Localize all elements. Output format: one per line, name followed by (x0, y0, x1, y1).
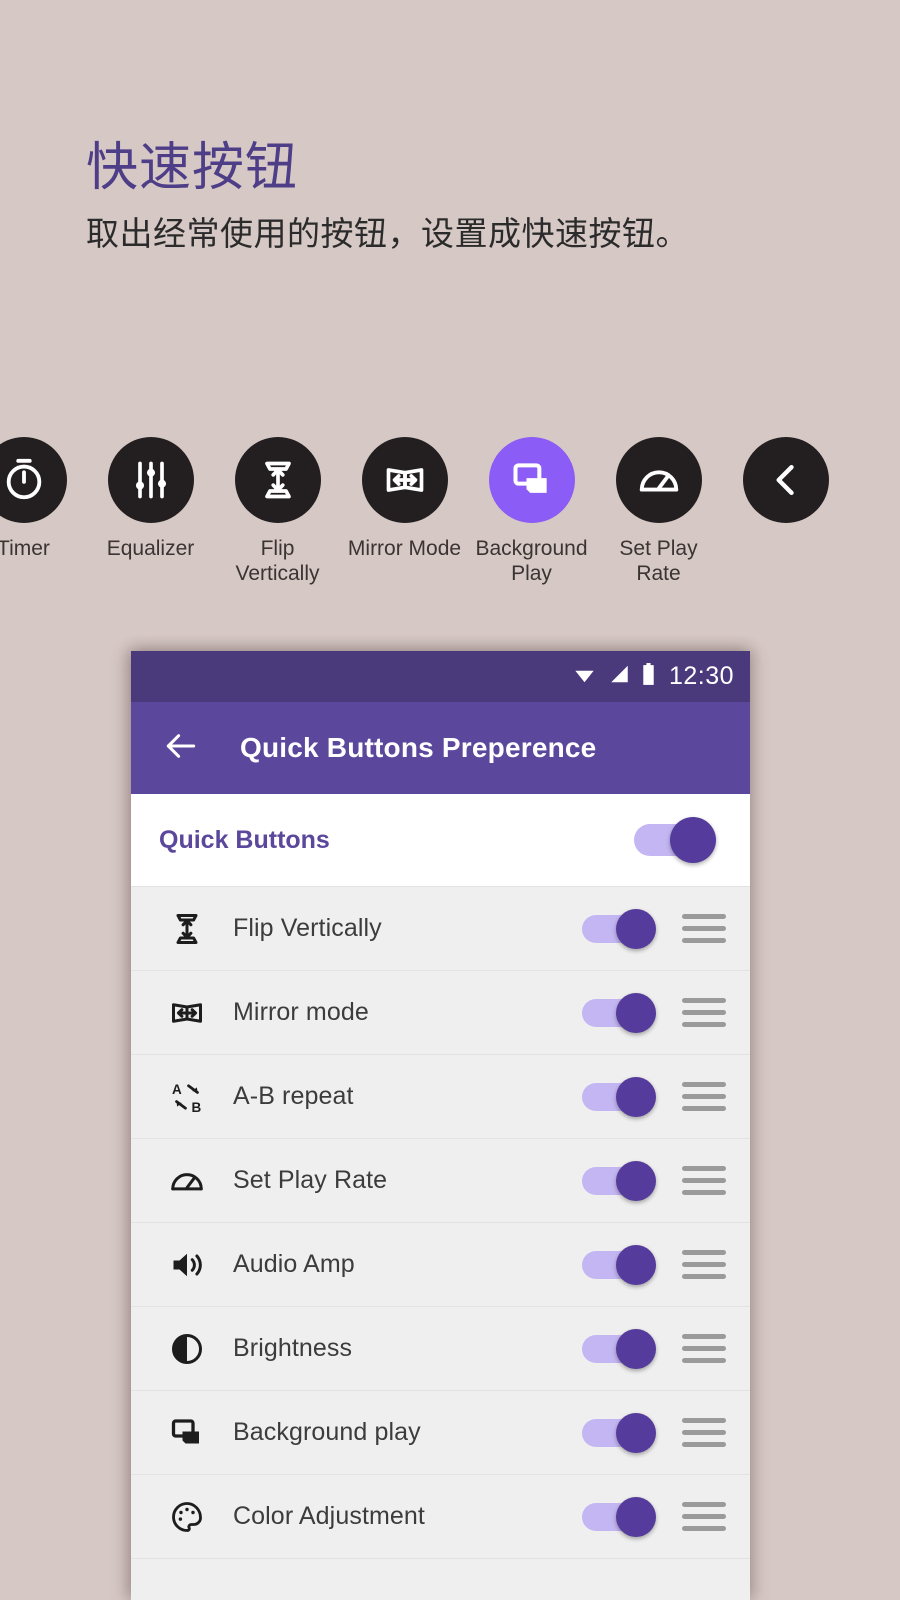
back-arrow-icon[interactable] (162, 727, 200, 770)
set-play-rate-icon-circle[interactable] (615, 437, 702, 523)
icon-cell-timer[interactable]: Timer (0, 437, 87, 562)
page-title: 快速按钮 (86, 139, 299, 197)
list-item-toggle[interactable] (582, 1328, 656, 1369)
drag-handle-icon[interactable] (682, 914, 726, 943)
toggle-thumb (616, 1244, 656, 1285)
svg-text:A: A (172, 1082, 182, 1097)
drag-handle-icon[interactable] (682, 1334, 726, 1363)
status-bar-icons (571, 662, 656, 692)
set-play-rate-icon (636, 457, 682, 503)
wifi-icon (571, 663, 598, 690)
list-item-toggle[interactable] (582, 1496, 656, 1537)
timer-icon-circle[interactable] (0, 437, 67, 523)
chevron-left-icon (764, 458, 808, 502)
list-item-toggle[interactable] (582, 1160, 656, 1201)
icon-label: Background Play (475, 537, 588, 585)
color-adjustment-icon (159, 1499, 215, 1535)
background-play-icon-circle[interactable] (488, 437, 575, 523)
equalizer-icon (129, 458, 173, 502)
quick-buttons-master-toggle[interactable] (634, 817, 716, 863)
icon-label: Mirror Mode (347, 537, 462, 560)
mirror-mode-icon-circle[interactable] (361, 437, 448, 523)
list-item[interactable]: Background play (131, 1391, 750, 1475)
list-item-toggle[interactable] (582, 908, 656, 949)
mirror-mode-icon (159, 995, 215, 1031)
page-subtitle: 取出经常使用的按钮，设置成快速按钮。 (86, 215, 689, 253)
icon-label: Equalizer (106, 537, 195, 560)
icon-cell-equalizer[interactable]: Equalizer (87, 437, 214, 562)
list-item[interactable]: Mirror mode (131, 971, 750, 1055)
status-bar-time: 12:30 (668, 662, 734, 690)
status-bar: 12:30 (131, 651, 750, 702)
svg-text:B: B (192, 1100, 202, 1115)
list-item-label: A-B repeat (233, 1082, 354, 1110)
set-play-rate-icon (159, 1162, 215, 1200)
icon-cell-background-play[interactable]: Background Play (468, 437, 595, 587)
list-item-toggle[interactable] (582, 1244, 656, 1285)
chevron-left-icon-circle[interactable] (742, 437, 829, 523)
toggle-thumb (616, 1496, 656, 1537)
flip-vertically-icon-circle[interactable] (234, 437, 321, 523)
icon-cell-set-play-rate[interactable]: Set Play Rate (595, 437, 722, 587)
toggle-thumb (670, 817, 716, 863)
app-bar: Quick Buttons Preperence (131, 702, 750, 794)
drag-handle-icon[interactable] (682, 1418, 726, 1447)
list-item-toggle[interactable] (582, 1412, 656, 1453)
list-item-label: Audio Amp (233, 1250, 355, 1278)
icon-label: Timer (0, 537, 50, 560)
background-play-icon (510, 458, 554, 502)
icon-cell-back[interactable] (722, 437, 849, 537)
mirror-mode-icon (383, 458, 427, 502)
drag-handle-icon[interactable] (682, 1082, 726, 1111)
list-item[interactable]: Set Play Rate (131, 1139, 750, 1223)
list-item[interactable]: Flip Vertically (131, 887, 750, 971)
icon-label: Flip Vertically (235, 537, 320, 585)
app-bar-title: Quick Buttons Preperence (240, 732, 597, 763)
list-item-label: Set Play Rate (233, 1166, 388, 1194)
list-item[interactable]: A B A-B repeat (131, 1055, 750, 1139)
list-item[interactable]: Audio Amp (131, 1223, 750, 1307)
timer-icon (1, 457, 47, 503)
list-item-label: Brightness (233, 1334, 353, 1362)
drag-handle-icon[interactable] (682, 1502, 726, 1531)
quick-buttons-master-row[interactable]: Quick Buttons (131, 794, 750, 887)
toggle-thumb (616, 908, 656, 949)
drag-handle-icon[interactable] (682, 1250, 726, 1279)
drag-handle-icon[interactable] (682, 998, 726, 1027)
toggle-thumb (616, 1328, 656, 1369)
toggle-thumb (616, 1160, 656, 1201)
equalizer-icon-circle[interactable] (107, 437, 194, 523)
background-play-icon (159, 1415, 215, 1451)
list-item-label: Color Adjustment (233, 1502, 425, 1530)
flip-vertically-icon (256, 458, 300, 502)
icon-cell-flip-vertically[interactable]: Flip Vertically (214, 437, 341, 587)
phone-mockup: 12:30 Quick Buttons Preperence Quick But… (131, 651, 750, 1600)
quick-buttons-list: Flip Vertically Mirror mode A B A-B repe… (131, 887, 750, 1559)
battery-icon (641, 662, 656, 692)
toggle-thumb (616, 1076, 656, 1117)
drag-handle-icon[interactable] (682, 1166, 726, 1195)
audio-amp-icon (159, 1247, 215, 1283)
list-item-label: Flip Vertically (233, 914, 382, 942)
list-item[interactable]: Brightness (131, 1307, 750, 1391)
brightness-icon (159, 1331, 215, 1367)
list-item-toggle[interactable] (582, 992, 656, 1033)
ab-repeat-icon: A B (159, 1079, 215, 1115)
quick-buttons-master-label: Quick Buttons (159, 825, 330, 854)
toggle-thumb (616, 1412, 656, 1453)
signal-icon (607, 663, 632, 690)
flip-vertically-icon (159, 911, 215, 947)
toggle-thumb (616, 992, 656, 1033)
icon-cell-mirror-mode[interactable]: Mirror Mode (341, 437, 468, 562)
list-item-toggle[interactable] (582, 1076, 656, 1117)
list-item[interactable]: Color Adjustment (131, 1475, 750, 1559)
list-item-label: Background play (233, 1418, 421, 1446)
promo-header: 快速按钮 取出经常使用的按钮，设置成快速按钮。 (86, 139, 866, 254)
quick-button-icon-strip: Timer Equalizer Flip Vertically Mirror M… (0, 437, 840, 597)
icon-label: Set Play Rate (619, 537, 698, 585)
list-item-label: Mirror mode (233, 998, 369, 1026)
